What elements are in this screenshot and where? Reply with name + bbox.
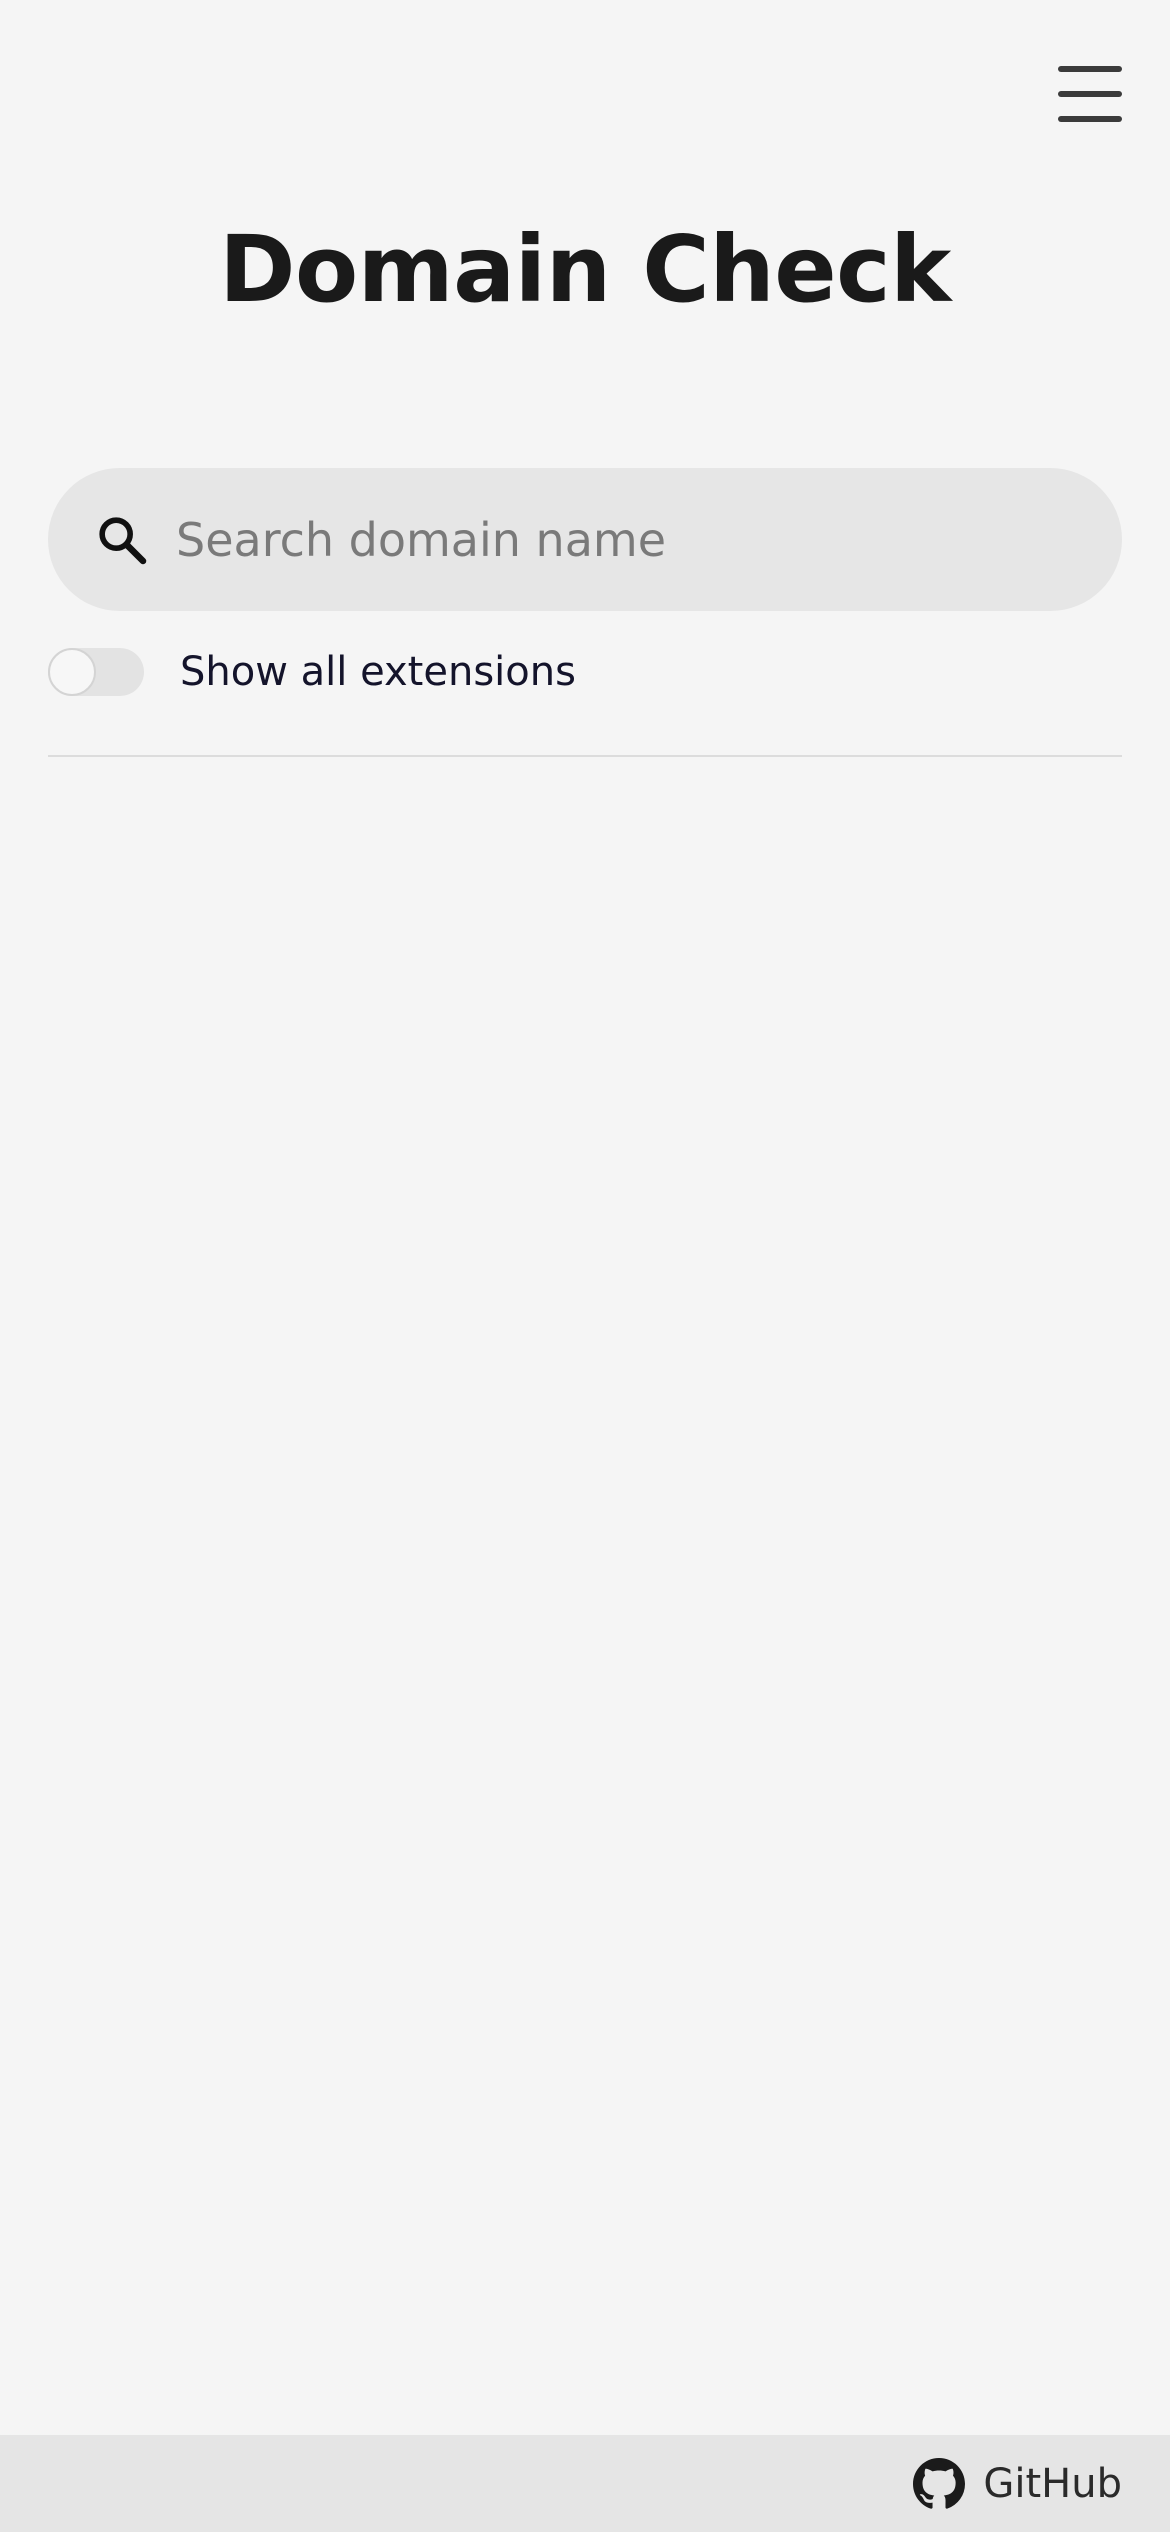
show-extensions-toggle[interactable] bbox=[48, 648, 144, 696]
toggle-knob bbox=[48, 648, 96, 696]
search-bar[interactable] bbox=[48, 468, 1122, 611]
app-root: Domain Check Show all extensions GitHub bbox=[0, 0, 1170, 2532]
menu-line bbox=[1058, 116, 1122, 122]
show-extensions-row: Show all extensions bbox=[48, 648, 576, 696]
github-link[interactable]: GitHub bbox=[913, 2457, 1122, 2510]
search-input[interactable] bbox=[176, 468, 1122, 611]
page-title: Domain Check bbox=[219, 216, 951, 323]
github-label: GitHub bbox=[983, 2460, 1122, 2507]
github-icon bbox=[913, 2457, 966, 2509]
menu-line bbox=[1058, 66, 1122, 72]
search-icon bbox=[99, 516, 147, 564]
hamburger-menu-icon[interactable] bbox=[1058, 66, 1122, 122]
show-extensions-label: Show all extensions bbox=[180, 649, 576, 695]
menu-line bbox=[1058, 91, 1122, 97]
divider bbox=[48, 755, 1122, 757]
footer: GitHub bbox=[0, 2435, 1170, 2532]
